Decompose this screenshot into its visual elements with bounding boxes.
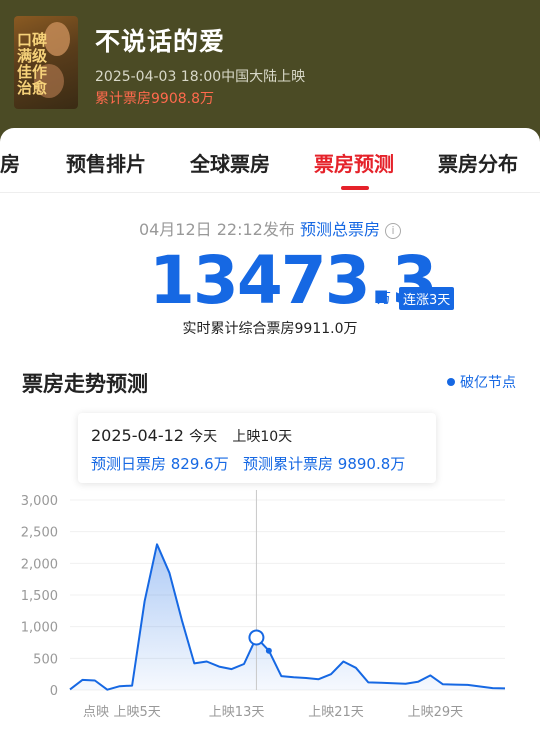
y-tick-label: 1,500 [21, 589, 58, 604]
tab-global[interactable]: 全球票房 [190, 148, 270, 177]
legend-dot-icon [447, 378, 455, 386]
release-info: 2025-04-03 18:00中国大陆上映 [95, 69, 306, 85]
y-tick-label: 1,000 [21, 621, 58, 636]
chart-tooltip: 2025-04-12 今天 上映10天 预测日票房 829.6万 预测累计票房 … [78, 413, 436, 483]
tooltip-days: 上映10天 [232, 429, 293, 445]
y-tick-label: 0 [50, 684, 58, 699]
info-icon[interactable]: i [385, 223, 402, 239]
movie-header: 口碑满级 佳作治愈 不说话的爱 2025-04-03 18:00中国大陆上映 累… [0, 0, 540, 140]
movie-title: 不说话的爱 [95, 27, 226, 56]
publish-time: 04月12日 22:12发布 [138, 220, 295, 239]
trend-title: 票房走势预测 [22, 372, 148, 396]
poster-figure [44, 22, 70, 56]
highlight-point [248, 629, 265, 646]
x-tick-label: 点映 [83, 705, 109, 720]
forecast-card: 票房 预售排片 全球票房 票房预测 票房分布 04月12日 22:12发布 预测… [0, 128, 540, 748]
forecast-unit: 万 [377, 291, 391, 307]
y-tick-label: 500 [33, 652, 58, 667]
active-tab-indicator [341, 186, 369, 190]
tooltip-today: 今天 [189, 429, 218, 445]
y-tick-label: 2,000 [21, 557, 58, 572]
tab-forecast[interactable]: 票房预测 [314, 148, 394, 177]
realtime-box-office: 实时累计综合票房9911.0万 [182, 321, 358, 337]
data-point [265, 647, 272, 654]
movie-poster[interactable]: 口碑满级 佳作治愈 [14, 16, 78, 109]
trend-badge: 连涨3天 [399, 287, 455, 310]
legend-breakthrough[interactable]: 破亿节点 [447, 372, 516, 392]
legend-label: 破亿节点 [460, 375, 516, 391]
poster-text: 口碑满级 佳作治愈 [17, 31, 48, 97]
tab-bar: 票房 预售排片 全球票房 票房预测 票房分布 [0, 128, 540, 193]
tooltip-daily: 预测日票房 829.6万 [91, 455, 229, 473]
tab-box-office[interactable]: 票房 [0, 148, 20, 177]
series-line [69, 543, 506, 691]
tab-distribution[interactable]: 票房分布 [438, 148, 518, 177]
x-tick-label: 上映21天 [308, 705, 364, 720]
tooltip-cumulative: 预测累计票房 9890.8万 [243, 455, 406, 473]
x-tick-label: 上映13天 [209, 705, 265, 720]
tab-presale[interactable]: 预售排片 [66, 148, 146, 177]
forecast-total-value: 13473.3 [149, 242, 438, 319]
forecast-total-label: 预测总票房 [299, 220, 380, 239]
x-tick-label: 上映5天 [114, 705, 161, 720]
tooltip-date: 2025-04-12 [91, 426, 184, 445]
box-office-chart[interactable]: 3,000 2,500 2,000 1,500 1,000 500 0 点映 上映5天 上映13天… [0, 478, 540, 748]
x-tick-label: 上映29天 [408, 705, 464, 720]
y-tick-label: 2,500 [21, 526, 58, 541]
y-tick-label: 3,000 [21, 494, 58, 509]
total-box-office: 累计票房9908.8万 [95, 91, 214, 107]
publish-line: 04月12日 22:12发布 预测总票房 i [0, 216, 540, 240]
